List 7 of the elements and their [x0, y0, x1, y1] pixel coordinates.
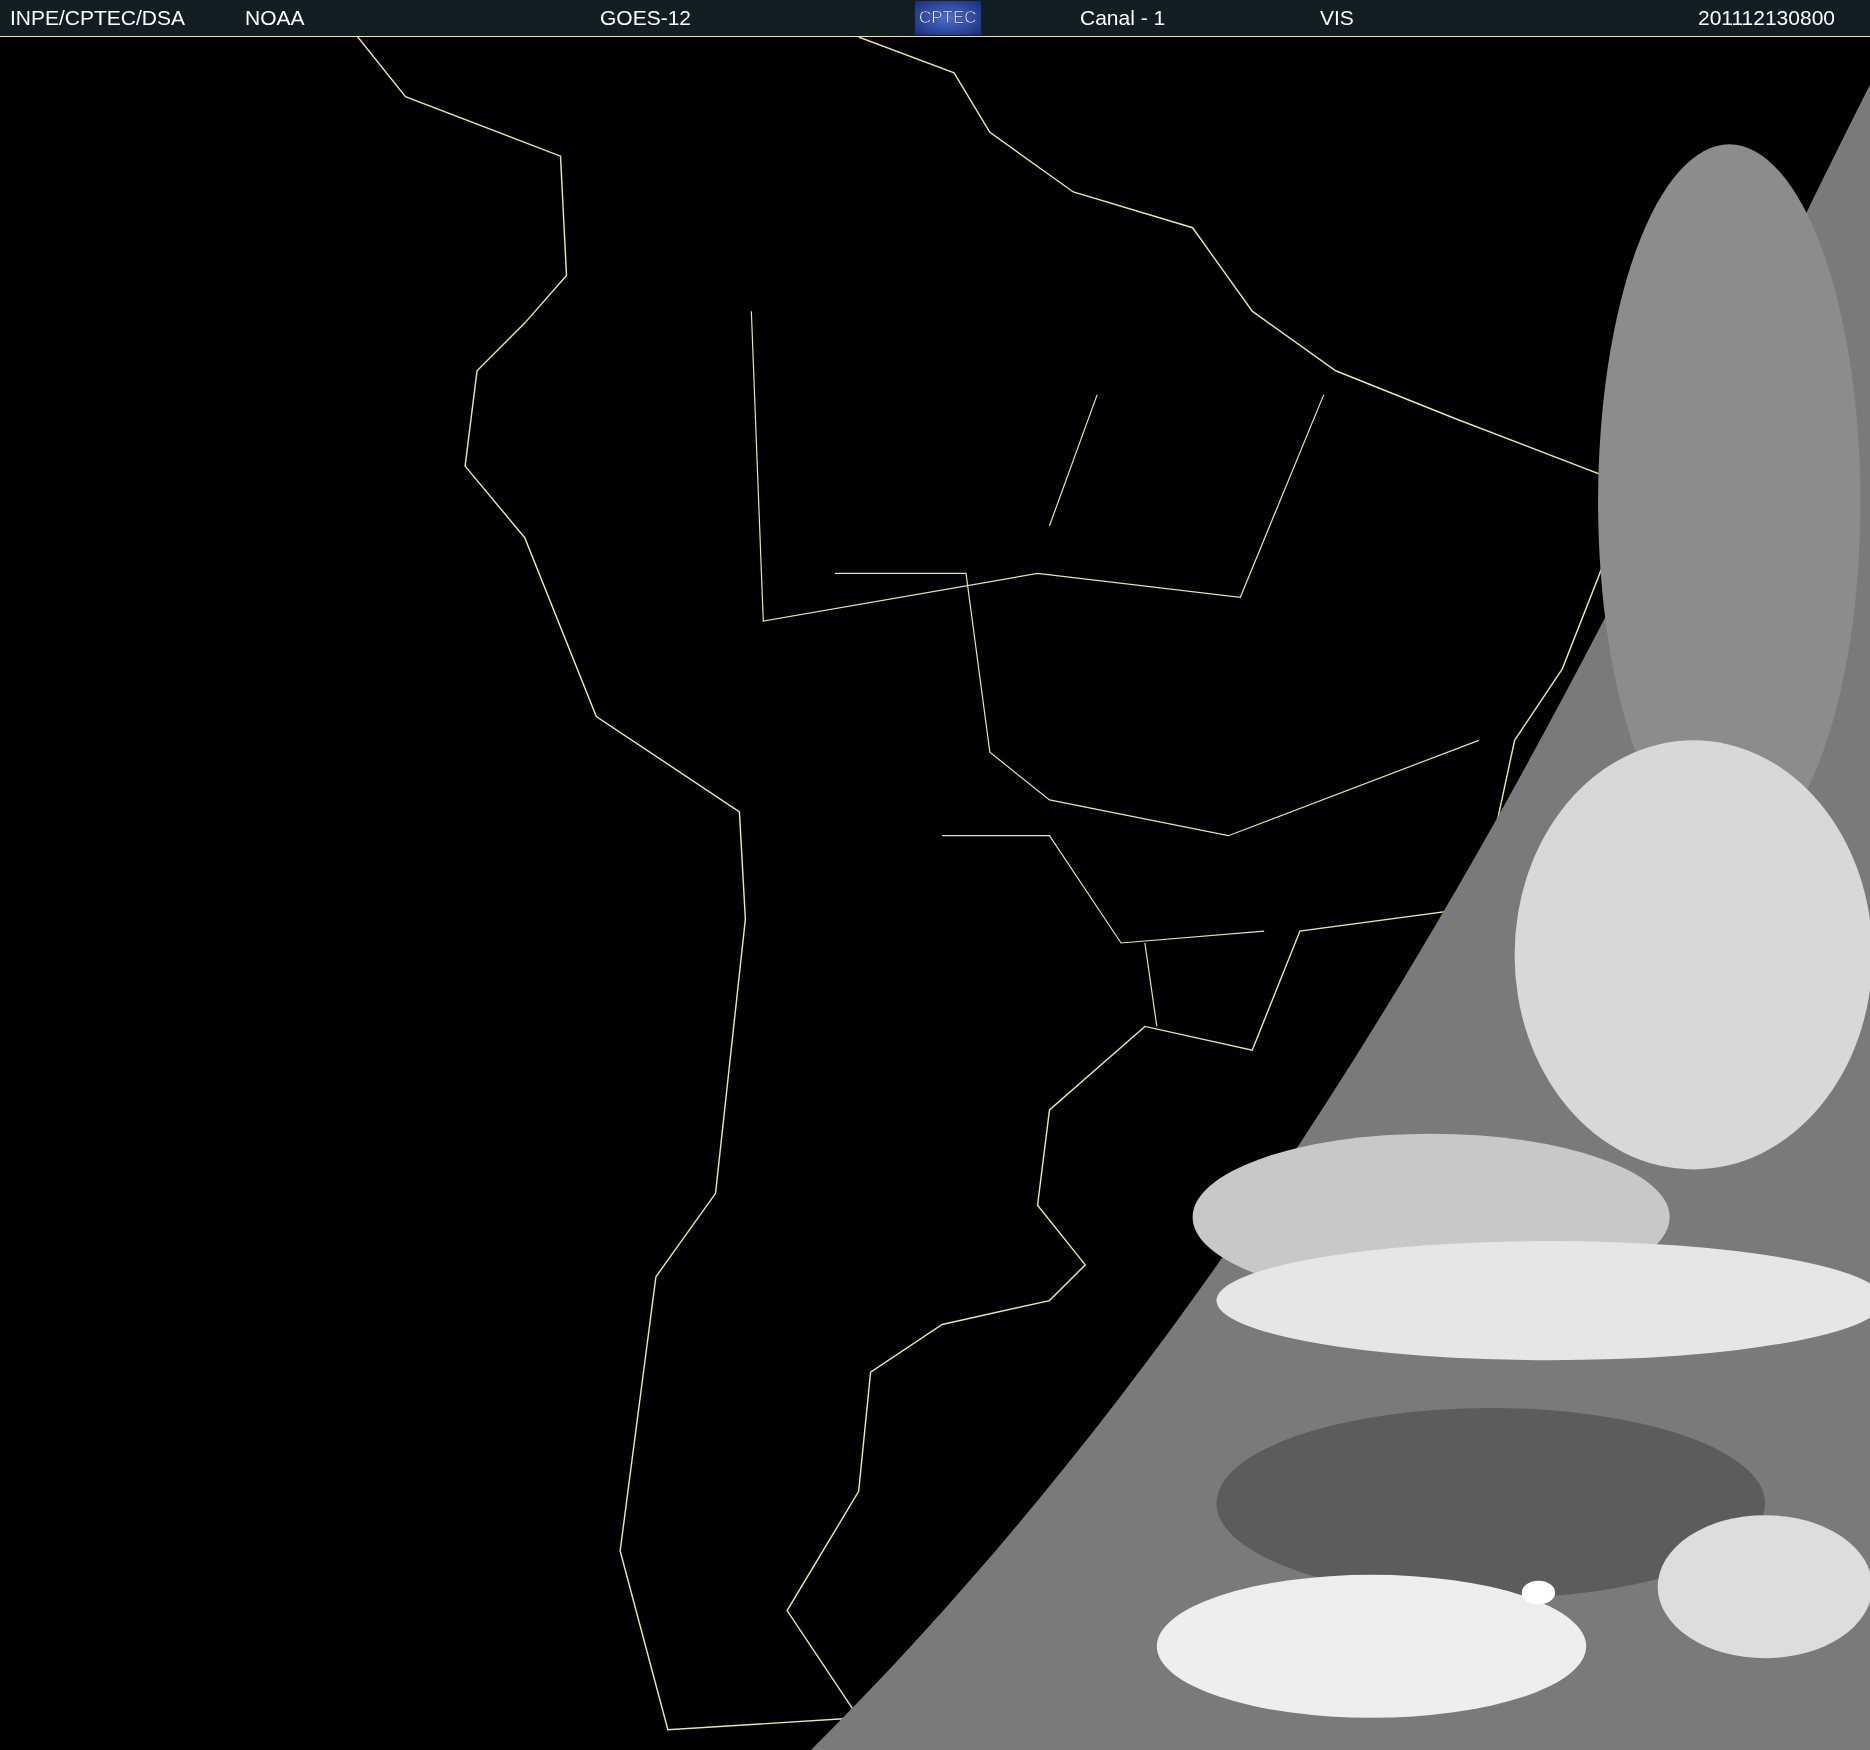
timestamp-label: 201112130800 [1697, 6, 1835, 30]
band-label: VIS [1320, 6, 1354, 30]
agency-label: NOAA [245, 6, 305, 30]
source-label: INPE/CPTEC/DSA [10, 6, 186, 30]
logo: CPTEC [915, 1, 981, 35]
channel-label: Canal - 1 [1080, 6, 1166, 30]
satellite-label: GOES-12 [600, 6, 692, 30]
